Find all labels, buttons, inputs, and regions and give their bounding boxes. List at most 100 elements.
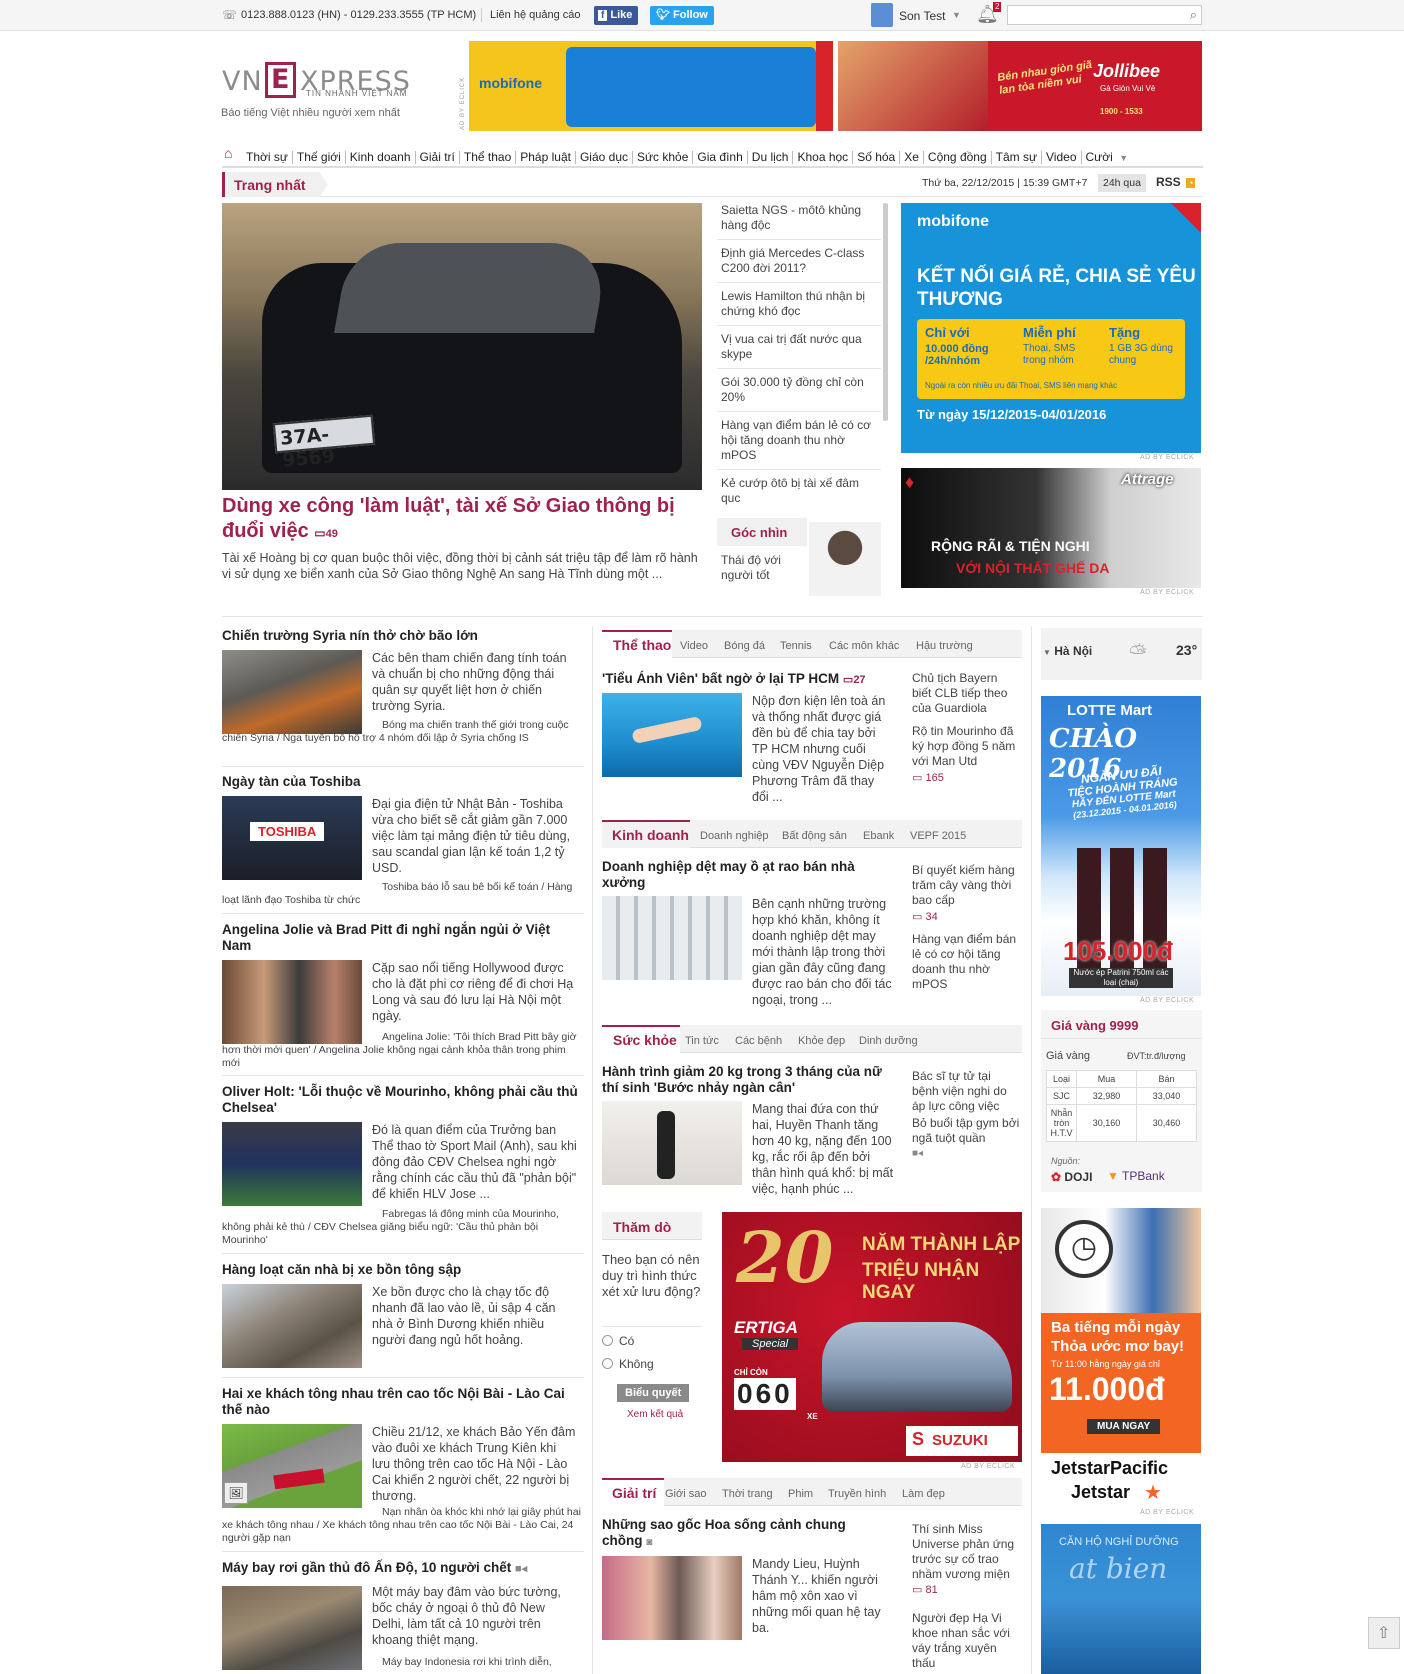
doji-logo[interactable]: ✿ DOJI xyxy=(1051,1170,1092,1184)
facebook-like-button[interactable]: f Like xyxy=(594,6,639,25)
side-news-item[interactable]: Định giá Mercedes C-class C200 đời 2011? xyxy=(721,246,871,276)
section-title[interactable]: Thể thao xyxy=(613,637,671,653)
twitter-follow-button[interactable]: 🐦︎ Follow xyxy=(650,6,714,25)
subcategory-link[interactable]: Bất động sản xyxy=(782,830,847,842)
subcategory-link[interactable]: Các bệnh xyxy=(735,1035,782,1047)
radio-button[interactable] xyxy=(602,1358,613,1369)
lotte-mart-ad[interactable]: LOTTE Mart CHÀO 2016 NGÀN ƯU ĐÃI TIỆC HO… xyxy=(1041,696,1201,996)
section-title[interactable]: Kinh doanh xyxy=(612,827,689,843)
nav-item-the-thao[interactable]: Thể thao xyxy=(458,151,515,164)
nav-more-chevron-icon[interactable]: ▼ xyxy=(1117,153,1128,163)
nav-item-khoa-hoc[interactable]: Khoa học xyxy=(792,151,852,164)
jetstar-ad[interactable]: ◷ Ba tiếng mỗi ngày Thỏa ước mơ bay! Từ … xyxy=(1041,1208,1201,1508)
section-title[interactable]: Giải trí xyxy=(612,1485,656,1501)
section-title[interactable]: Sức khỏe xyxy=(613,1032,677,1048)
side-news-item[interactable]: Saietta NGS - môtô khủng hàng độc xyxy=(721,203,871,233)
side-link[interactable]: Bí quyết kiếm hàng trăm cây vàng thời ba… xyxy=(902,863,1020,908)
side-link[interactable]: Hàng vạn điểm bán lẻ có cơ hội tăng doan… xyxy=(902,932,1020,992)
subcategory-link[interactable]: Các môn khác xyxy=(829,640,899,652)
breadcrumb-tab[interactable]: Trang nhất xyxy=(222,172,328,197)
news-title[interactable]: Ngày tàn của Toshiba xyxy=(222,774,582,790)
poll-results-link[interactable]: Xem kết quả xyxy=(627,1409,683,1420)
news-related[interactable]: Máy bay Indonesia rơi khi trình diễn, xyxy=(222,1656,582,1669)
news-thumb-tanker[interactable] xyxy=(222,1284,362,1368)
gocnhin-box[interactable]: Góc nhìn Thái độ với người tốt xyxy=(717,518,885,596)
search-icon[interactable]: ⌕ xyxy=(1190,7,1197,23)
tpbank-logo[interactable]: ▼ TPBank xyxy=(1107,1169,1165,1183)
news-related[interactable]: Fabregas lá đông minh của Mourinho, khôn… xyxy=(222,1208,582,1247)
subcategory-link[interactable]: VEPF 2015 xyxy=(910,830,966,842)
nav-item-cuoi[interactable]: Cười xyxy=(1080,151,1117,164)
nav-item-tam-su[interactable]: Tâm sự xyxy=(990,151,1041,164)
side-link[interactable]: Thí sinh Miss Universe phản ứng trước sự… xyxy=(902,1522,1020,1598)
nav-item-so-hoa[interactable]: Số hóa xyxy=(852,151,899,164)
user-menu[interactable]: Son Test ▼ xyxy=(869,2,966,28)
subcategory-link[interactable]: Tin tức xyxy=(685,1035,719,1047)
subcategory-link[interactable]: Phim xyxy=(788,1488,813,1500)
mobifone-top-ad[interactable]: mobifone xyxy=(469,41,833,131)
side-news-item[interactable]: Hàng vạn điểm bán lẻ có cơ hội tăng doan… xyxy=(721,418,871,463)
subcategory-link[interactable]: Doanh nghiệp xyxy=(700,830,769,842)
home-icon[interactable]: ⌂ xyxy=(224,145,232,161)
subcategory-link[interactable]: Tennis xyxy=(780,640,812,652)
poll-option-no[interactable]: Không xyxy=(602,1357,654,1371)
nav-item-xe[interactable]: Xe xyxy=(899,151,923,164)
section-main-title[interactable]: Hành trình giảm 20 kg trong 3 tháng của … xyxy=(602,1064,902,1096)
news-thumb-chelsea[interactable] xyxy=(222,1122,362,1206)
site-logo[interactable]: VN E XPRESS TIN NHANH VIỆT NAM xyxy=(222,62,427,102)
news-title[interactable]: Máy bay rơi gần thủ đô Ấn Độ, 10 người c… xyxy=(222,1560,582,1577)
news-related[interactable]: Toshiba báo lỗ sau bê bối kế toán / Hàng… xyxy=(222,881,582,907)
side-link[interactable]: Bỏ buổi tập gym bởi ngã tuột quần xyxy=(902,1116,1020,1146)
side-news-item[interactable]: Vị vua cai trị đất nước qua skype xyxy=(721,332,871,362)
featured-image[interactable]: 37A-9569 xyxy=(222,203,702,490)
side-link[interactable]: Chủ tịch Bayern biết CLB tiếp theo của G… xyxy=(902,671,1020,716)
subcategory-link[interactable]: Truyền hình xyxy=(828,1488,886,1500)
search-input[interactable] xyxy=(1008,6,1176,24)
side-news-item[interactable]: Kẻ cướp ôtô bị tài xế đâm quc xyxy=(721,476,871,506)
news-title[interactable]: Chiến trường Syria nín thở chờ bão lớn xyxy=(222,628,582,644)
nav-item-giai-tri[interactable]: Giải trí xyxy=(414,151,459,164)
jetstar-buy-button[interactable]: MUA NGAY xyxy=(1087,1419,1161,1434)
weather-city-select[interactable]: ▼ Hà Nội xyxy=(1043,644,1092,658)
section-thumb-stars[interactable] xyxy=(602,1556,742,1640)
news-title[interactable]: Hai xe khách tông nhau trên cao tốc Nội … xyxy=(222,1386,582,1418)
news-related[interactable]: Angelina Jolie: 'Tôi thích Brad Pitt bây… xyxy=(222,1031,582,1070)
nav-item-the-gioi[interactable]: Thế giới xyxy=(291,151,345,164)
side-news-item[interactable]: Lewis Hamilton thú nhận bị chứng khó đọc xyxy=(721,289,871,319)
section-main-title[interactable]: Doanh nghiệp dệt may ồ ạt rao bán nhà xư… xyxy=(602,859,892,891)
news-title[interactable]: Oliver Holt: 'Lỗi thuộc về Mourinho, khô… xyxy=(222,1084,582,1116)
nav-item-suc-khoe[interactable]: Sức khỏe xyxy=(632,151,692,164)
news-title[interactable]: Hàng loạt căn nhà bị xe bồn tông sập xyxy=(222,1262,582,1278)
nav-item-du-lich[interactable]: Du lịch xyxy=(746,151,793,164)
news-related[interactable]: Nạn nhân òa khóc khi nhớ lại giây phút h… xyxy=(222,1506,582,1545)
nav-item-gia-dinh[interactable]: Gia đình xyxy=(692,151,746,164)
subcategory-link[interactable]: Hậu trường xyxy=(916,640,973,652)
mitsubishi-ad[interactable]: ♦ Attrage RỘNG RÃI & TIỆN NGHI VỚI NỘI T… xyxy=(901,468,1201,588)
subcategory-link[interactable]: Khỏe đẹp xyxy=(798,1035,845,1047)
radio-button[interactable] xyxy=(602,1335,613,1346)
side-news-scrollbar[interactable] xyxy=(883,203,888,421)
back-to-top-button[interactable]: ⇧ xyxy=(1368,1617,1400,1649)
resort-ad[interactable]: CĂN HỘ NGHỈ DƯỠNG at bien xyxy=(1041,1524,1201,1674)
mobifone-big-ad[interactable]: mobifone KẾT NỐI GIÁ RẺ, CHIA SẺ YÊU THƯ… xyxy=(901,203,1201,453)
news-related[interactable]: Bóng ma chiến tranh thế giới trong cuộc … xyxy=(222,719,582,745)
section-main-title[interactable]: Những sao gốc Hoa sống cảnh chung chồng … xyxy=(602,1517,872,1551)
nav-item-phap-luat[interactable]: Pháp luật xyxy=(515,151,575,164)
jollibee-top-ad[interactable]: Bén nhau giòn giã lan tỏa niềm vui Jolli… xyxy=(838,41,1202,131)
subcategory-link[interactable]: Dinh dưỡng xyxy=(859,1035,918,1047)
side-link[interactable]: Bác sĩ tự tử tại bệnh viện nghi do áp lự… xyxy=(902,1069,1020,1114)
subcategory-link[interactable]: Bóng đá xyxy=(724,640,765,652)
news-thumb-toshiba[interactable]: TOSHIBA xyxy=(222,796,362,880)
section-main-title[interactable]: 'Tiểu Ánh Viên' bất ngờ ở lại TP HCM ▭27 xyxy=(602,671,892,688)
nav-item-cong-dong[interactable]: Cộng đồng xyxy=(922,151,991,164)
subcategory-link[interactable]: Giới sao xyxy=(665,1488,706,1500)
subcategory-link[interactable]: Ebank xyxy=(863,830,894,842)
news-thumb-highway[interactable]: 🖼︎ xyxy=(222,1424,362,1508)
side-link[interactable]: Rộ tin Mourinho đã ký hợp đồng 5 năm với… xyxy=(902,724,1020,769)
subcategory-link[interactable]: Thời trang xyxy=(722,1488,773,1500)
rss-link[interactable]: RSS ◔ xyxy=(1156,175,1196,189)
poll-vote-button[interactable]: Biểu quyết xyxy=(617,1384,690,1402)
24h-button[interactable]: 24h qua xyxy=(1098,174,1146,192)
nav-item-kinh-doanh[interactable]: Kinh doanh xyxy=(344,151,415,164)
suzuki-ad[interactable]: 20 NĂM THÀNH LẬP TRIỆU NHẬN NGAY ERTIGA … xyxy=(722,1212,1022,1462)
